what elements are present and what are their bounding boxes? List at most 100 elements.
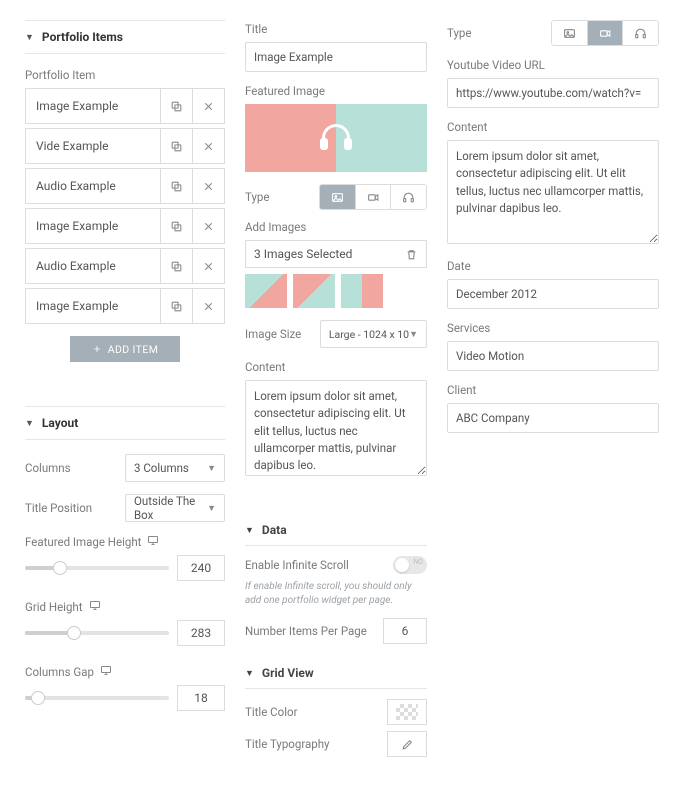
columns-label: Columns [25,461,119,475]
image-size-label: Image Size [245,327,314,341]
copy-icon [170,140,183,153]
remove-button[interactable] [192,169,224,203]
youtube-url-label: Youtube Video URL [447,58,659,72]
portfolio-items-header[interactable]: ▼ Portfolio Items [25,20,225,54]
duplicate-button[interactable] [160,249,192,283]
remove-button[interactable] [192,289,224,323]
youtube-url-input[interactable] [447,78,659,108]
trash-icon[interactable] [405,248,418,261]
portfolio-item-row[interactable]: Image Example [25,88,225,124]
featured-height-value[interactable]: 240 [177,555,225,581]
columns-gap-label: Columns Gap [25,664,225,679]
caret-down-icon: ▼ [245,668,254,679]
select-value: Outside The Box [134,494,207,522]
title-typography-label: Title Typography [245,737,329,751]
item-title: Image Example [26,209,160,243]
thumbnail[interactable] [293,274,335,308]
title-position-label: Title Position [25,501,119,515]
select-value: Large - 1024 x 10 [329,328,409,341]
title-color-picker[interactable] [387,699,427,725]
type-video-button[interactable] [355,185,391,209]
grid-view-header[interactable]: ▼ Grid View [245,658,427,689]
copy-icon [170,220,183,233]
layout-header[interactable]: ▼ Layout [25,406,225,440]
add-item-button[interactable]: ADD ITEM [70,336,180,362]
duplicate-button[interactable] [160,129,192,163]
item-title: Audio Example [26,169,160,203]
duplicate-button[interactable] [160,209,192,243]
client-input[interactable] [447,403,659,433]
item-title: Image Example [26,289,160,323]
caret-down-icon: ▼ [25,32,34,43]
portfolio-item-row[interactable]: Image Example [25,208,225,244]
data-header[interactable]: ▼ Data [245,515,427,546]
infinite-scroll-switch[interactable]: NO [393,556,427,574]
select-value: 3 Columns [134,461,189,475]
featured-image-preview[interactable] [245,104,427,172]
portfolio-item-row[interactable]: Audio Example [25,248,225,284]
desktop-icon[interactable] [147,534,159,549]
columns-select[interactable]: 3 Columns ▼ [125,454,225,482]
type-audio-button[interactable] [622,21,658,45]
thumbnail[interactable] [245,274,287,308]
columns-gap-value[interactable]: 18 [177,685,225,711]
type-image-button[interactable] [320,185,355,209]
images-selected-bar[interactable]: 3 Images Selected [245,240,427,268]
item-title: Image Example [26,89,160,123]
grid-height-value[interactable]: 283 [177,620,225,646]
copy-icon [170,300,183,313]
type-toggle [319,184,427,210]
remove-button[interactable] [192,129,224,163]
columns-gap-slider[interactable] [25,696,169,700]
close-icon [202,220,215,233]
copy-icon [170,180,183,193]
close-icon [202,260,215,273]
items-per-page-input[interactable]: 6 [383,618,427,644]
type-image-button[interactable] [552,21,587,45]
title-color-label: Title Color [245,705,297,719]
duplicate-button[interactable] [160,89,192,123]
caret-down-icon: ▼ [25,418,34,429]
type-audio-button[interactable] [390,185,426,209]
type-label: Type [447,26,471,40]
content-textarea[interactable] [447,140,659,244]
headphones-icon [634,27,647,40]
portfolio-item-row[interactable]: Audio Example [25,168,225,204]
duplicate-button[interactable] [160,289,192,323]
desktop-icon[interactable] [100,664,112,679]
portfolio-item-row[interactable]: Vide Example [25,128,225,164]
headphones-icon [318,120,354,156]
content-label: Content [245,360,427,374]
remove-button[interactable] [192,89,224,123]
portfolio-item-row[interactable]: Image Example [25,288,225,324]
date-input[interactable] [447,279,659,309]
date-label: Date [447,259,659,273]
pencil-icon [401,738,414,751]
type-label: Type [245,190,269,204]
close-icon [202,300,215,313]
section-title: Grid View [262,666,314,680]
type-video-button[interactable] [587,21,623,45]
section-title: Data [262,523,287,537]
thumbnail[interactable] [341,274,383,308]
video-icon [599,27,612,40]
close-icon [202,140,215,153]
title-typography-button[interactable] [387,731,427,757]
remove-button[interactable] [192,249,224,283]
caret-down-icon: ▼ [245,525,254,536]
grid-height-slider[interactable] [25,631,169,635]
duplicate-button[interactable] [160,169,192,203]
portfolio-item-label: Portfolio Item [25,68,225,82]
items-per-page-label: Number Items Per Page [245,624,367,638]
remove-button[interactable] [192,209,224,243]
desktop-icon[interactable] [89,599,101,614]
image-icon [331,191,344,204]
images-selected-text: 3 Images Selected [254,247,352,261]
image-size-select[interactable]: Large - 1024 x 10 ▼ [320,320,427,348]
title-input[interactable] [245,42,427,72]
content-textarea[interactable] [245,380,427,476]
services-input[interactable] [447,341,659,371]
title-position-select[interactable]: Outside The Box ▼ [125,494,225,522]
featured-image-label: Featured Image [245,84,427,98]
featured-height-slider[interactable] [25,566,169,570]
